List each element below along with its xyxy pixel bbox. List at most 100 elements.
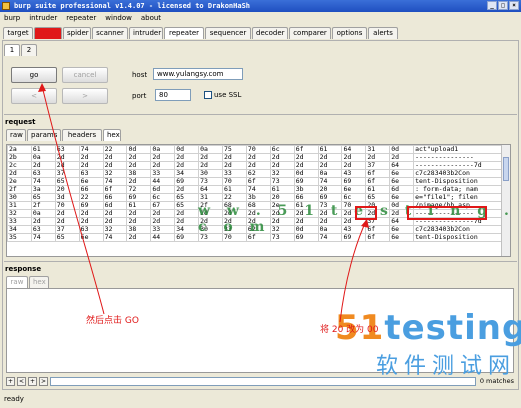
hex-byte-cell[interactable]: 2d	[126, 209, 152, 218]
hex-byte-cell[interactable]: 2d	[30, 161, 56, 170]
hex-ascii-cell[interactable]: c7c283403b2Con	[413, 169, 510, 178]
hex-byte-cell[interactable]: 2d	[78, 209, 104, 218]
hex-ascii-cell[interactable]: ---------------	[413, 153, 510, 162]
hex-byte-cell[interactable]: 31	[365, 145, 391, 154]
hex-byte-cell[interactable]: 0d	[389, 145, 415, 154]
hex-byte-cell[interactable]: 2d	[198, 161, 224, 170]
hex-byte-cell[interactable]: 0a	[30, 153, 56, 162]
minimize-icon[interactable]: _	[487, 1, 497, 10]
hex-byte-cell[interactable]: 65	[30, 193, 56, 202]
hex-byte-cell[interactable]: 32	[269, 169, 295, 178]
hex-byte-cell[interactable]: 32	[102, 225, 128, 234]
hex-byte-cell[interactable]: 6f	[293, 145, 319, 154]
hex-byte-cell[interactable]: 2d	[293, 153, 319, 162]
hex-byte-cell[interactable]: 0a	[317, 169, 343, 178]
hex-byte-cell[interactable]: 2d	[150, 161, 176, 170]
hex-byte-cell[interactable]: 64	[389, 161, 415, 170]
repeater-tab-2[interactable]: 2	[21, 44, 37, 56]
hex-byte-cell[interactable]: 2d	[54, 153, 80, 162]
hex-byte-cell[interactable]: 2d	[222, 161, 247, 170]
hex-byte-cell[interactable]: 74	[30, 233, 56, 242]
hex-byte-cell[interactable]: 34	[174, 225, 200, 234]
hex-byte-cell[interactable]: 6f	[102, 185, 128, 194]
hex-byte-cell[interactable]: 61	[126, 201, 152, 210]
hex-editor[interactable]: 2a 61 63 74 22 0d 0a 0d 0a 75 70 6c 6f 61 64 31 0d act"up…	[6, 144, 511, 257]
hex-byte-cell[interactable]: 22	[78, 193, 104, 202]
hex-byte-cell[interactable]: 6f	[365, 177, 391, 186]
hex-byte-cell[interactable]: 6e	[389, 177, 415, 186]
hex-byte-cell[interactable]: 66	[78, 185, 104, 194]
hex-scrollbar[interactable]	[501, 145, 510, 256]
hex-byte-cell[interactable]: 74	[102, 177, 128, 186]
hex-byte-cell[interactable]: 37	[365, 161, 391, 170]
menu-intruder[interactable]: intruder	[29, 12, 57, 25]
hex-byte-cell[interactable]: 33	[150, 169, 176, 178]
hex-byte-cell[interactable]: 2d	[126, 233, 152, 242]
hex-byte-cell[interactable]: 2d	[222, 153, 247, 162]
tab-spider[interactable]: spider	[63, 27, 91, 39]
hex-byte-cell[interactable]: 2d	[245, 161, 271, 170]
hex-byte-cell[interactable]: 0a	[198, 145, 224, 154]
hex-byte-cell[interactable]: 33	[222, 169, 247, 178]
hex-byte-cell[interactable]: 70	[222, 177, 247, 186]
search-next-icon[interactable]: +	[28, 376, 37, 386]
tab-decoder[interactable]: decoder	[252, 27, 288, 39]
hex-byte-cell[interactable]: 31	[198, 193, 224, 202]
hex-byte-cell[interactable]: 6f	[365, 169, 391, 178]
hex-byte-cell[interactable]: 2f	[30, 201, 56, 210]
search-prev-icon[interactable]: +	[6, 376, 15, 386]
hex-byte-cell[interactable]: 2d	[245, 153, 271, 162]
hex-byte-cell[interactable]: 2d	[174, 153, 200, 162]
hex-byte-cell[interactable]: 63	[30, 225, 56, 234]
hex-byte-cell[interactable]: 65	[54, 177, 80, 186]
request-tab-raw[interactable]: raw	[6, 129, 26, 141]
hex-byte-cell[interactable]: 2d	[78, 217, 104, 226]
menu-window[interactable]: window	[105, 12, 132, 25]
use-ssl-checkbox[interactable]	[204, 91, 212, 99]
hex-byte-cell[interactable]: 0d	[126, 145, 152, 154]
hex-byte-cell[interactable]: 2d	[150, 153, 176, 162]
hex-byte-cell[interactable]: 74	[245, 185, 271, 194]
hex-byte-cell[interactable]: 0a	[30, 209, 56, 218]
hex-byte-cell[interactable]: 2d	[341, 153, 367, 162]
hex-byte-cell[interactable]: 30	[198, 169, 224, 178]
hex-byte-cell[interactable]: 2d	[54, 209, 80, 218]
hex-byte-cell[interactable]: 2d	[174, 185, 200, 194]
hex-byte-cell[interactable]: 2d	[150, 209, 176, 218]
tab-comparer[interactable]: comparer	[289, 27, 331, 39]
hex-byte-cell[interactable]: 74	[102, 233, 128, 242]
search-options-icon[interactable]: <	[17, 376, 26, 386]
hex-byte-cell[interactable]: 61	[365, 185, 391, 194]
hex-byte-cell[interactable]: 2d	[317, 153, 343, 162]
repeater-tab-1[interactable]: 1	[4, 44, 20, 56]
hex-byte-cell[interactable]: 2d	[174, 209, 200, 218]
hex-byte-cell[interactable]: 2d	[174, 217, 200, 226]
hex-ascii-cell[interactable]: tent-Disposition	[413, 177, 510, 186]
hex-byte-cell[interactable]: 6c	[269, 145, 295, 154]
hex-byte-cell[interactable]: 74	[317, 177, 343, 186]
hex-byte-cell[interactable]: 61	[30, 145, 56, 154]
hex-byte-cell[interactable]: 65	[174, 193, 200, 202]
hex-byte-cell[interactable]: 3b	[293, 185, 319, 194]
hex-byte-cell[interactable]: 2d	[150, 217, 176, 226]
next-button[interactable]: >	[62, 88, 108, 104]
hex-ascii-cell[interactable]: ---------------7d	[413, 161, 510, 170]
menu-repeater[interactable]: repeater	[66, 12, 96, 25]
hex-byte-cell[interactable]: 66	[293, 193, 319, 202]
tab-options[interactable]: options	[332, 27, 367, 39]
host-input[interactable]: www.yulangsy.com	[153, 68, 243, 80]
hex-byte-cell[interactable]: 2d	[102, 161, 128, 170]
menu-burp[interactable]: burp	[4, 12, 20, 25]
hex-byte-cell[interactable]: 2d	[317, 161, 343, 170]
hex-byte-cell[interactable]: 61	[317, 145, 343, 154]
hex-byte-cell[interactable]: 2d	[126, 217, 152, 226]
hex-byte-cell[interactable]: 75	[222, 145, 247, 154]
hex-byte-cell[interactable]: 2d	[365, 153, 391, 162]
prev-button[interactable]: <	[11, 88, 57, 104]
hex-byte-cell[interactable]: 65	[174, 201, 200, 210]
hex-byte-cell[interactable]: 2d	[198, 153, 224, 162]
hex-byte-cell[interactable]: 44	[150, 177, 176, 186]
hex-byte-cell[interactable]: 2d	[54, 161, 80, 170]
hex-byte-cell[interactable]: 6e	[389, 193, 415, 202]
hex-byte-cell[interactable]: 2d	[174, 161, 200, 170]
